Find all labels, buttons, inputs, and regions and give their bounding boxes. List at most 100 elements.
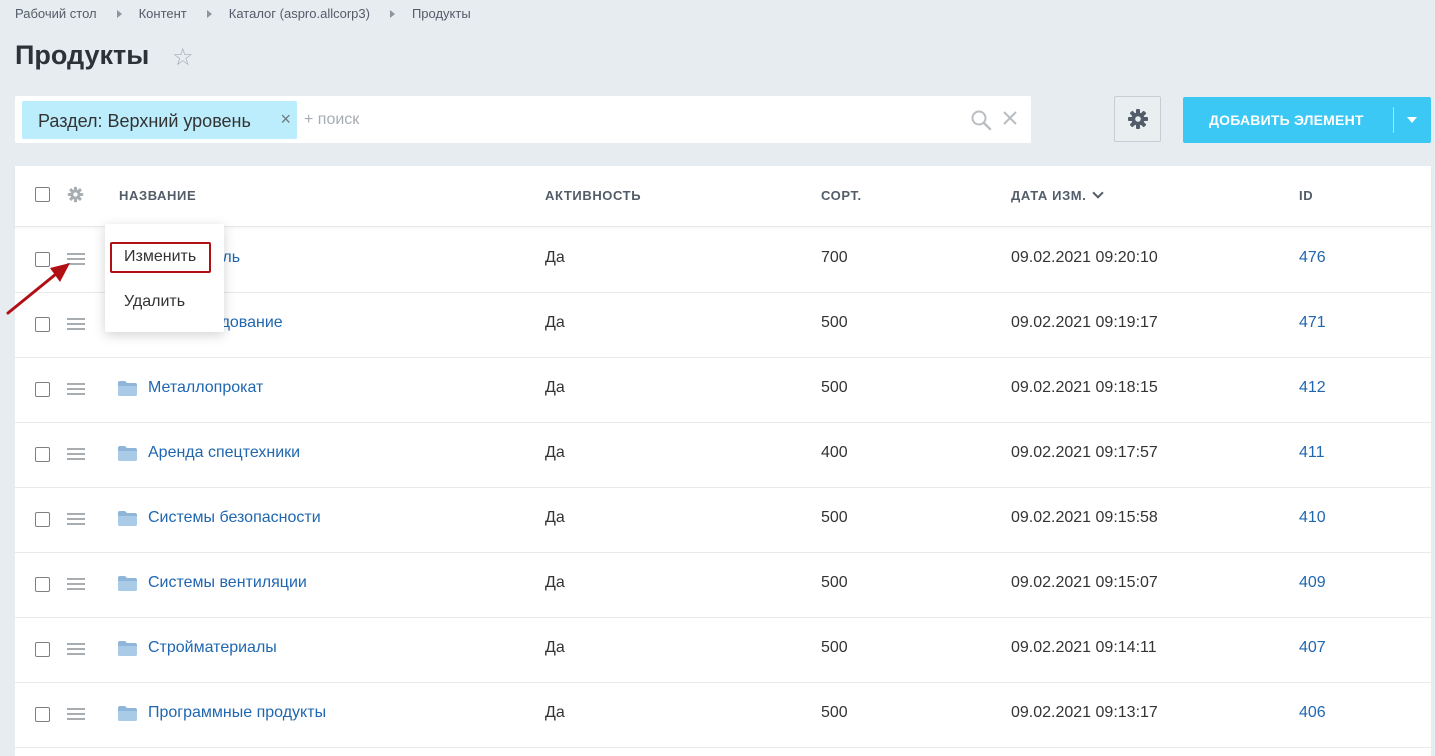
breadcrumb-separator-icon	[116, 9, 122, 18]
row-active: Да	[545, 574, 565, 591]
row-id-link[interactable]: 407	[1299, 639, 1326, 657]
search-input[interactable]	[302, 104, 946, 136]
breadcrumb-item-products[interactable]: Продукты	[412, 6, 471, 21]
table-row[interactable]: Программные продукты Да 500 09.02.2021 0…	[15, 682, 1431, 748]
menu-icon[interactable]	[67, 448, 85, 460]
filter-chip[interactable]: Раздел: Верхний уровень ×	[22, 101, 297, 139]
row-id-link[interactable]: 412	[1299, 379, 1326, 397]
column-header-active[interactable]: АКТИВНОСТЬ	[545, 188, 641, 203]
filter-bar: Раздел: Верхний уровень ×	[15, 96, 1031, 143]
row-sort: 500	[821, 574, 848, 591]
row-context-menu: Изменить Удалить	[105, 224, 224, 332]
products-table: НАЗВАНИЕ АКТИВНОСТЬ СОРТ. ДАТА ИЗМ. ID с…	[15, 166, 1431, 756]
table-row[interactable]: Системы безопасности Да 500 09.02.2021 0…	[15, 487, 1431, 553]
row-sort: 500	[821, 704, 848, 721]
breadcrumb: Рабочий стол Контент Каталог (aspro.allc…	[15, 6, 471, 21]
chevron-down-icon[interactable]	[1407, 117, 1417, 123]
row-id-link[interactable]: 410	[1299, 509, 1326, 527]
row-sort: 500	[821, 314, 848, 331]
gear-icon	[1128, 109, 1148, 129]
breadcrumb-item-content[interactable]: Контент	[139, 6, 187, 21]
row-sort: 500	[821, 379, 848, 396]
folder-icon	[118, 381, 137, 396]
menu-icon[interactable]	[67, 513, 85, 525]
menu-icon[interactable]	[67, 643, 85, 655]
row-checkbox[interactable]	[35, 577, 50, 592]
column-header-name[interactable]: НАЗВАНИЕ	[119, 188, 196, 203]
row-active: Да	[545, 444, 565, 461]
clear-icon[interactable]	[1000, 108, 1020, 128]
row-name-link[interactable]: Системы вентиляции	[148, 574, 307, 592]
breadcrumb-separator-icon	[206, 9, 212, 18]
row-name-link[interactable]: Стройматериалы	[148, 639, 277, 657]
table-header: НАЗВАНИЕ АКТИВНОСТЬ СОРТ. ДАТА ИЗМ. ID	[15, 166, 1431, 227]
close-icon[interactable]: ×	[280, 110, 291, 128]
annotation-highlight	[110, 242, 211, 273]
row-id-link[interactable]: 409	[1299, 574, 1326, 592]
folder-icon	[118, 641, 137, 656]
row-date: 09.02.2021 09:13:17	[1011, 704, 1158, 721]
row-checkbox[interactable]	[35, 642, 50, 657]
breadcrumb-item-desktop[interactable]: Рабочий стол	[15, 6, 97, 21]
star-icon[interactable]: ☆	[172, 45, 194, 71]
row-id-link[interactable]: 471	[1299, 314, 1326, 332]
chevron-down-icon	[1092, 187, 1105, 199]
settings-button[interactable]	[1114, 96, 1161, 142]
row-id-link[interactable]: 406	[1299, 704, 1326, 722]
table-row[interactable]: кое оборудование Да 500 09.02.2021 09:19…	[15, 292, 1431, 358]
row-active: Да	[545, 249, 565, 266]
menu-icon[interactable]	[67, 578, 85, 590]
row-date: 09.02.2021 09:14:11	[1011, 639, 1157, 656]
row-date: 09.02.2021 09:15:58	[1011, 509, 1158, 526]
row-sort: 400	[821, 444, 848, 461]
row-sort: 700	[821, 249, 848, 266]
menu-item-delete[interactable]: Удалить	[124, 293, 185, 311]
folder-icon	[118, 706, 137, 721]
row-active: Да	[545, 314, 565, 331]
add-element-label: ДОБАВИТЬ ЭЛЕМЕНТ	[1209, 112, 1364, 128]
row-active: Да	[545, 379, 565, 396]
row-date: 09.02.2021 09:18:15	[1011, 379, 1158, 396]
menu-icon[interactable]	[67, 383, 85, 395]
gear-icon[interactable]	[67, 186, 84, 203]
menu-icon[interactable]	[67, 708, 85, 720]
menu-icon[interactable]	[67, 318, 85, 330]
row-sort: 500	[821, 509, 848, 526]
column-header-id[interactable]: ID	[1299, 188, 1313, 203]
column-header-sort[interactable]: СОРТ.	[821, 188, 862, 203]
row-id-link[interactable]: 476	[1299, 249, 1326, 267]
select-all-checkbox[interactable]	[35, 187, 50, 202]
annotation-arrow-icon	[6, 263, 70, 315]
row-active: Да	[545, 639, 565, 656]
table-row[interactable]: Металлопрокат Да 500 09.02.2021 09:18:15…	[15, 357, 1431, 423]
row-checkbox[interactable]	[35, 512, 50, 527]
row-active: Да	[545, 704, 565, 721]
row-name-link[interactable]: Системы безопасности	[148, 509, 321, 527]
search-icon[interactable]	[970, 109, 992, 131]
row-name-link[interactable]: Металлопрокат	[148, 379, 263, 397]
page-title: Продукты	[15, 40, 150, 70]
add-element-button[interactable]: ДОБАВИТЬ ЭЛЕМЕНТ	[1183, 97, 1431, 143]
button-divider	[1393, 107, 1394, 133]
row-checkbox[interactable]	[35, 317, 50, 332]
table-row[interactable]: ская мебель Да 700 09.02.2021 09:20:10 4…	[15, 227, 1431, 293]
breadcrumb-item-catalog[interactable]: Каталог (aspro.allcorp3)	[229, 6, 370, 21]
column-header-date[interactable]: ДАТА ИЗМ.	[1011, 187, 1105, 203]
row-checkbox[interactable]	[35, 447, 50, 462]
row-name-link[interactable]: Аренда спецтехники	[148, 444, 300, 462]
row-date: 09.02.2021 09:19:17	[1011, 314, 1158, 331]
table-row[interactable]: Системы вентиляции Да 500 09.02.2021 09:…	[15, 552, 1431, 618]
row-date: 09.02.2021 09:15:07	[1011, 574, 1158, 591]
row-date: 09.02.2021 09:20:10	[1011, 249, 1158, 266]
row-active: Да	[545, 509, 565, 526]
row-checkbox[interactable]	[35, 707, 50, 722]
folder-icon	[118, 446, 137, 461]
breadcrumb-separator-icon	[389, 9, 395, 18]
table-row[interactable]: Аренда спецтехники Да 400 09.02.2021 09:…	[15, 422, 1431, 488]
row-id-link[interactable]: 411	[1299, 444, 1325, 462]
column-header-date-label: ДАТА ИЗМ.	[1011, 188, 1087, 203]
table-row[interactable]: Стройматериалы Да 500 09.02.2021 09:14:1…	[15, 617, 1431, 683]
folder-icon	[118, 511, 137, 526]
row-name-link[interactable]: Программные продукты	[148, 704, 326, 722]
row-checkbox[interactable]	[35, 382, 50, 397]
